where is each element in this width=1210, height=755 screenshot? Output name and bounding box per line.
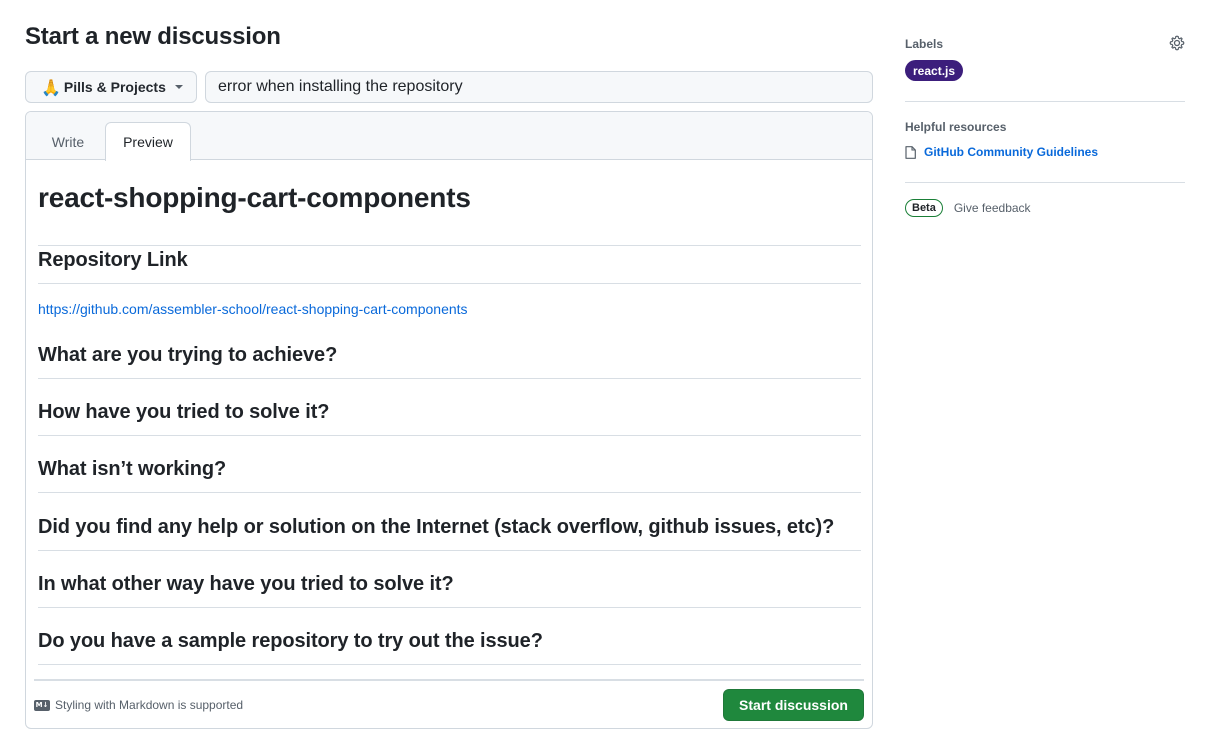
community-guidelines-label: GitHub Community Guidelines	[924, 145, 1099, 159]
discussion-editor: Write Preview react-shopping-cart-compon…	[25, 111, 873, 729]
preview-section-heading: What are you trying to achieve?	[38, 344, 861, 379]
sidebar-divider	[905, 101, 1185, 102]
category-selector[interactable]: 🙏 Pills & Projects	[25, 71, 197, 103]
preview-section-heading: Repository Link	[38, 249, 861, 284]
discussion-title-input[interactable]	[205, 71, 873, 103]
preview-section-heading: What isn’t working?	[38, 458, 861, 493]
community-guidelines-link[interactable]: GitHub Community Guidelines	[905, 145, 1098, 159]
markdown-icon: M↓	[34, 699, 50, 711]
preview-section-heading: In what other way have you tried to solv…	[38, 573, 861, 608]
preview-section-heading: Do you have a sample repository to try o…	[38, 630, 861, 665]
editor-footer: M↓ Styling with Markdown is supported St…	[34, 679, 864, 728]
label-react-js[interactable]: react.js	[905, 60, 964, 81]
editor-tabbar: Write Preview	[26, 112, 872, 161]
markdown-note-text: Styling with Markdown is supported	[55, 698, 244, 712]
category-emoji-icon: 🙏	[41, 77, 61, 97]
tab-write[interactable]: Write	[37, 122, 99, 161]
page-title: Start a new discussion	[25, 23, 281, 50]
start-discussion-button[interactable]: Start discussion	[723, 689, 864, 721]
markdown-note: M↓ Styling with Markdown is supported	[34, 698, 243, 712]
gear-icon[interactable]	[1169, 35, 1185, 51]
resources-heading: Helpful resources	[905, 120, 1007, 134]
preview-heading: react-shopping-cart-components	[38, 182, 861, 246]
file-icon	[905, 145, 916, 159]
preview-section-heading: How have you tried to solve it?	[38, 401, 861, 436]
preview-section-heading: Did you find any help or solution on the…	[38, 516, 861, 551]
beta-badge: Beta	[905, 199, 943, 217]
tab-preview[interactable]: Preview	[105, 122, 191, 161]
sidebar-divider	[905, 182, 1185, 183]
feedback-row: Beta Give feedback	[905, 199, 1031, 217]
repository-link[interactable]: https://github.com/assembler-school/reac…	[38, 301, 468, 317]
chevron-down-icon	[174, 85, 183, 89]
give-feedback-link[interactable]: Give feedback	[954, 201, 1031, 215]
category-label: Pills & Projects	[63, 79, 166, 95]
labels-heading: Labels	[905, 37, 944, 51]
